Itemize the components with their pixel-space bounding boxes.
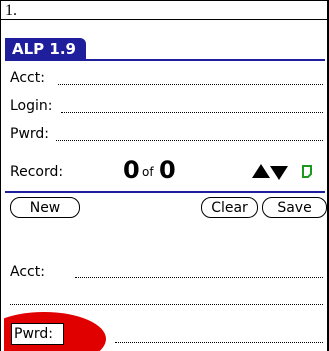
step-number: 1. — [5, 2, 17, 19]
lower-acct-input[interactable] — [75, 277, 323, 278]
pwrd-label: Pwrd: — [10, 126, 50, 142]
save-button[interactable]: Save — [262, 197, 327, 218]
record-total: 0 — [159, 156, 176, 184]
section-divider — [5, 191, 325, 193]
lower-pwrd-label: Pwrd: — [11, 323, 64, 345]
title-underline — [5, 59, 325, 61]
record-label: Record: — [10, 164, 64, 180]
lower-acct-label: Acct: — [10, 264, 45, 280]
table-left-border — [0, 0, 1, 351]
acct-input[interactable] — [58, 84, 323, 85]
pwrd-input[interactable] — [56, 140, 323, 141]
note-icon[interactable] — [302, 165, 312, 178]
lower-pwrd-input[interactable] — [115, 342, 323, 343]
record-current: 0 — [123, 156, 140, 184]
clear-button[interactable]: Clear — [201, 197, 258, 218]
app-title[interactable]: ALP 1.9 — [5, 38, 86, 60]
login-label: Login: — [10, 98, 53, 114]
previous-record-arrow-icon[interactable] — [252, 164, 270, 178]
acct-label: Acct: — [10, 70, 45, 86]
table-top-border — [0, 0, 327, 3]
record-of-text: of — [142, 165, 154, 179]
table-row-rule — [0, 19, 329, 20]
new-button[interactable]: New — [10, 197, 80, 218]
login-input[interactable] — [61, 112, 323, 113]
next-record-arrow-icon[interactable] — [270, 166, 288, 180]
